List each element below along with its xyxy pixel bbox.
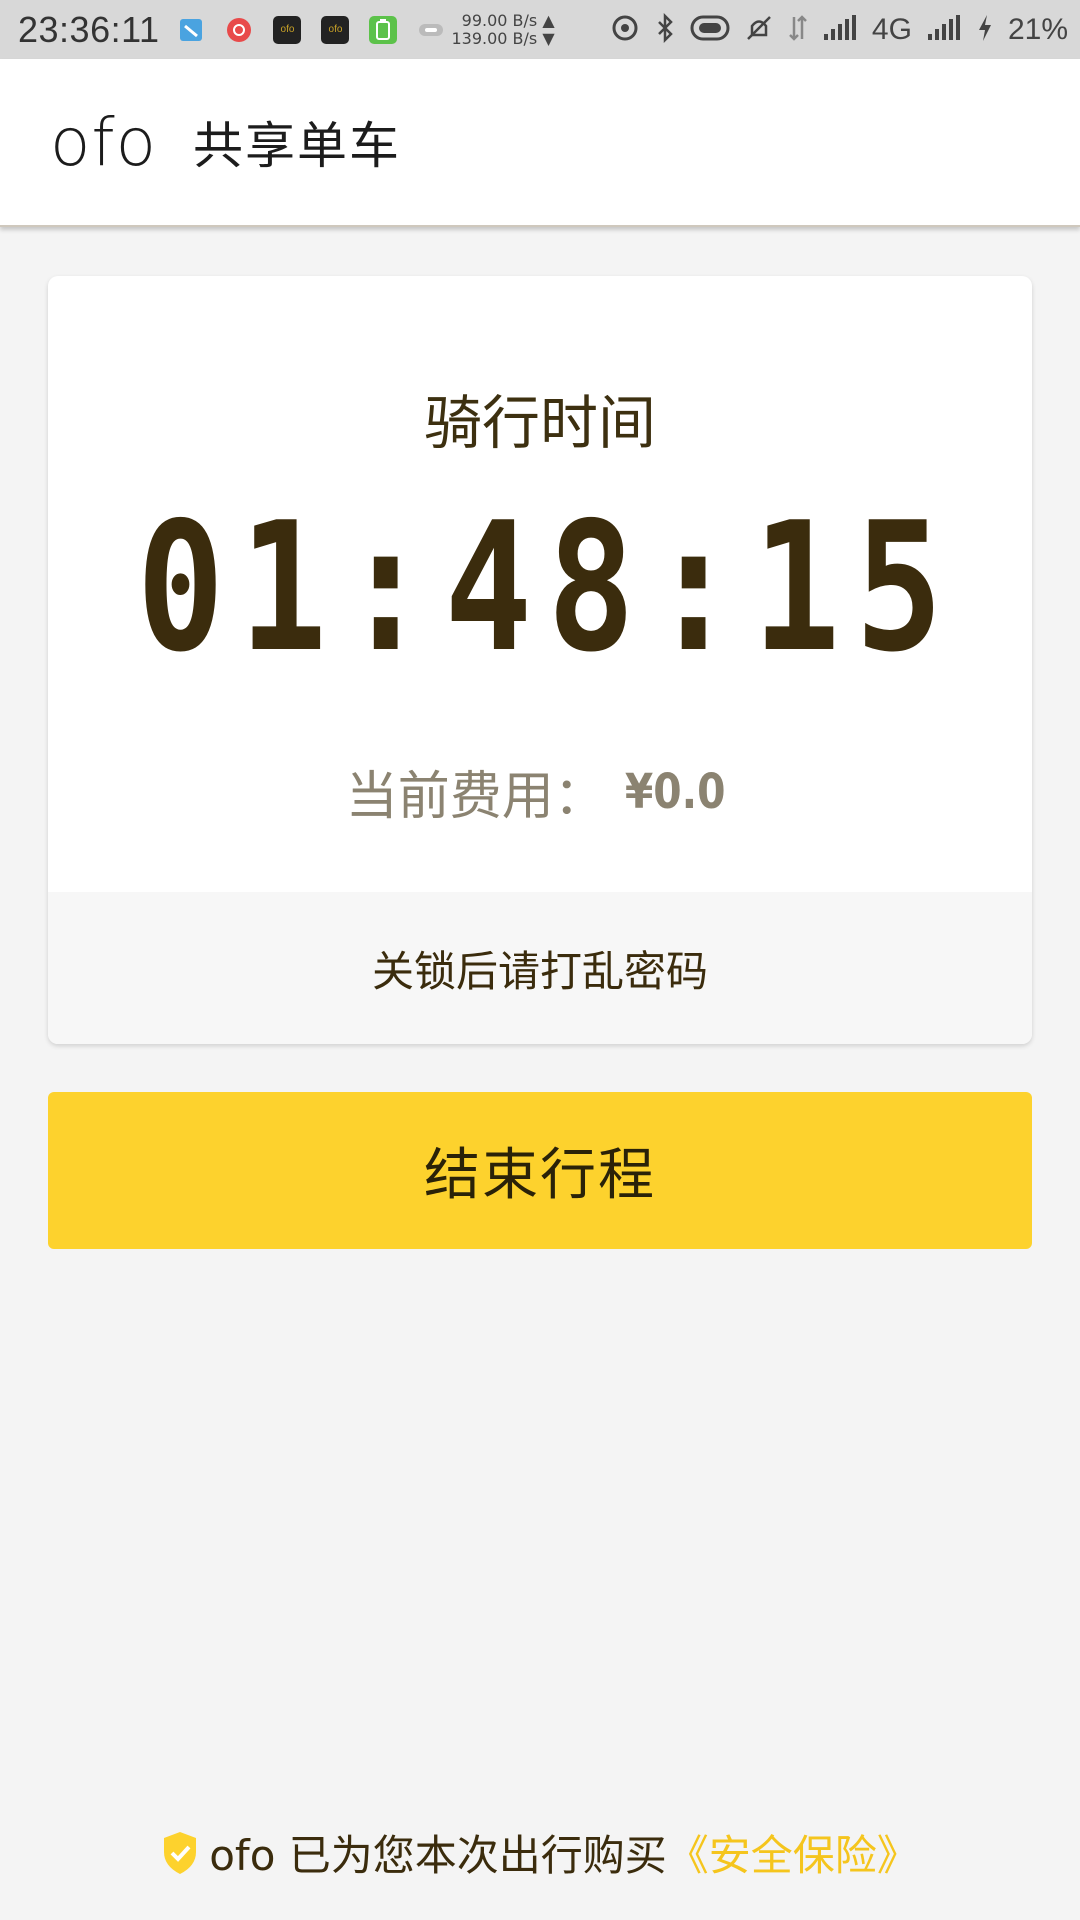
network-speed: 99.00 B/s ▲ 139.00 B/s ▼: [451, 10, 555, 48]
mute-icon: [744, 13, 774, 47]
ride-time-label: 骑行时间: [423, 389, 656, 457]
insurance-note: ofo 已为您本次出行购买 《安全保险》: [0, 1822, 1080, 1883]
cast-icon: [417, 16, 445, 44]
fee-row: 当前费用： ¥0.0: [48, 754, 1032, 829]
paste-icon: [177, 16, 205, 44]
app-header: ofo 共享单车: [0, 59, 1080, 227]
signal-icon: [822, 14, 858, 46]
shield-check-icon: [164, 1831, 197, 1874]
notification-icons: ofo ofo: [177, 15, 445, 44]
network-type: 4G: [871, 12, 912, 46]
ride-card: 骑行时间 01:48:15 当前费用： ¥0.0 关锁后请打乱密码: [48, 276, 1032, 1044]
nfc-icon: [690, 13, 730, 47]
hotspot-icon: [610, 13, 640, 47]
upload-speed: 99.00 B/s ▲: [461, 10, 555, 30]
status-bar: 23:36:11 ofo ofo 99.00 B/s ▲ 139.00 B/s …: [0, 0, 1080, 59]
ofo-logo: ofo: [50, 103, 157, 181]
ofo-app-icon: ofo: [321, 15, 350, 44]
bluetooth-icon: [654, 12, 676, 47]
system-icons: 4G 21%: [610, 12, 1068, 47]
fee-value: ¥0.0: [624, 763, 726, 820]
charging-icon: [976, 13, 994, 47]
download-speed: 139.00 B/s ▼: [451, 28, 555, 48]
battery-app-icon: [369, 15, 398, 44]
battery-percent: 21%: [1007, 12, 1068, 46]
ofo-app-icon: ofo: [273, 15, 302, 44]
music-icon: [225, 16, 253, 44]
insurance-text: ofo 已为您本次出行购买: [209, 1831, 667, 1880]
fee-label: 当前费用：: [345, 767, 606, 827]
end-trip-button[interactable]: 结束行程: [48, 1092, 1032, 1249]
ride-timer: 01:48:15: [136, 484, 958, 691]
insurance-link[interactable]: 《安全保险》: [667, 1822, 919, 1883]
page-title: 共享单车: [193, 117, 401, 175]
signal-icon: [926, 14, 962, 46]
lock-notice: 关锁后请打乱密码: [48, 892, 1032, 1044]
data-transfer-icon: [788, 13, 808, 47]
status-time: 23:36:11: [18, 8, 160, 50]
